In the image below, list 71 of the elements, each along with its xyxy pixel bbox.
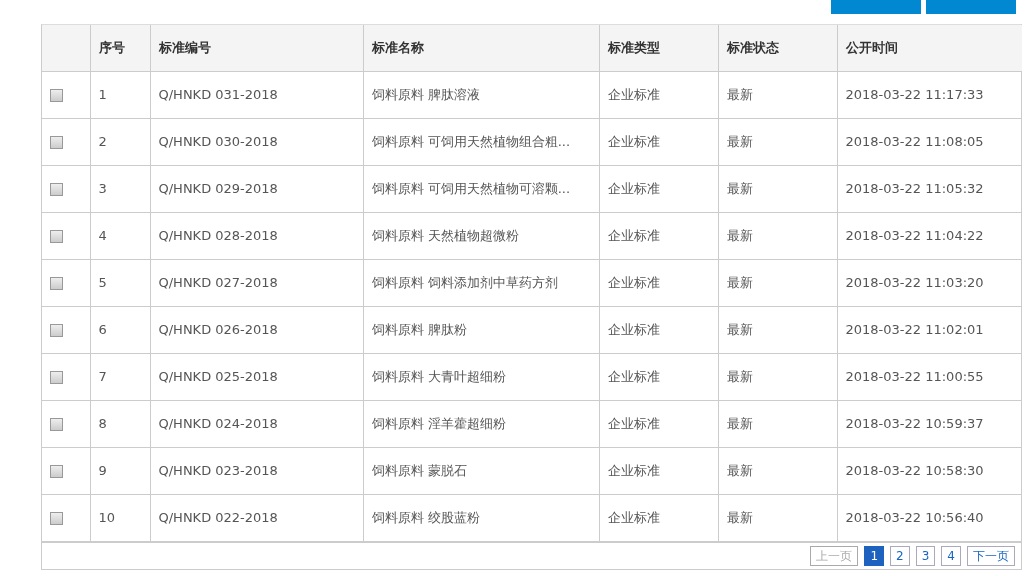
table-cell: 最新 — [718, 494, 837, 541]
table-cell: 最新 — [718, 353, 837, 400]
table-cell: 9 — [90, 447, 150, 494]
table-cell: 4 — [90, 212, 150, 259]
table-cell: 最新 — [718, 400, 837, 447]
row-checkbox[interactable] — [50, 229, 63, 243]
table-cell: Q/HNKD 031-2018 — [150, 71, 363, 118]
row-checkbox[interactable] — [50, 323, 63, 337]
row-checkbox[interactable] — [50, 511, 63, 525]
next-page-button[interactable]: 下一页 — [967, 545, 1015, 566]
column-header: 标准名称 — [363, 25, 599, 71]
table-cell: 饲料原料 蒙脱石 — [363, 447, 599, 494]
table-cell: 企业标准 — [599, 165, 718, 212]
table-cell: 企业标准 — [599, 259, 718, 306]
table-cell: 最新 — [718, 118, 837, 165]
table-cell: Q/HNKD 030-2018 — [150, 118, 363, 165]
table-cell: 饲料原料 可饲用天然植物可溶颗... — [363, 165, 599, 212]
row-checkbox[interactable] — [50, 370, 63, 384]
table-cell: 企业标准 — [599, 71, 718, 118]
table-cell: Q/HNKD 022-2018 — [150, 494, 363, 541]
table-cell: 饲料原料 饲料添加剂中草药方剂 — [363, 259, 599, 306]
column-header: 公开时间 — [837, 25, 1022, 71]
table-cell: 最新 — [718, 306, 837, 353]
row-checkbox[interactable] — [50, 182, 63, 196]
table-cell: Q/HNKD 024-2018 — [150, 400, 363, 447]
table-cell: 企业标准 — [599, 447, 718, 494]
row-checkbox[interactable] — [50, 135, 63, 149]
column-header: 序号 — [90, 25, 150, 71]
table-cell: 最新 — [718, 259, 837, 306]
page-button[interactable]: 3 — [915, 545, 936, 566]
table-cell: 1 — [90, 71, 150, 118]
column-header: 标准类型 — [599, 25, 718, 71]
table-cell: 10 — [90, 494, 150, 541]
row-checkbox[interactable] — [50, 417, 63, 431]
table-cell: 8 — [90, 400, 150, 447]
table-cell: 饲料原料 脾肽溶液 — [363, 71, 599, 118]
table-cell: 2 — [90, 118, 150, 165]
page-button[interactable]: 2 — [890, 545, 910, 566]
table-cell: 企业标准 — [599, 212, 718, 259]
table-cell: 最新 — [718, 71, 837, 118]
table-cell: Q/HNKD 027-2018 — [150, 259, 363, 306]
table-cell: 最新 — [718, 447, 837, 494]
table-cell: Q/HNKD 025-2018 — [150, 353, 363, 400]
table-cell: 饲料原料 脾肽粉 — [363, 306, 599, 353]
page-button[interactable]: 1 — [864, 545, 885, 566]
table-cell: 企业标准 — [599, 353, 718, 400]
table-cell: Q/HNKD 026-2018 — [150, 306, 363, 353]
table-cell: 最新 — [718, 165, 837, 212]
column-header: 标准编号 — [150, 25, 363, 71]
row-checkbox[interactable] — [50, 464, 63, 478]
page-button[interactable]: 4 — [941, 545, 961, 566]
table-cell: Q/HNKD 029-2018 — [150, 165, 363, 212]
table-cell: 5 — [90, 259, 150, 306]
table-cell: 企业标准 — [599, 118, 718, 165]
column-header: 标准状态 — [718, 25, 837, 71]
table-cell: 饲料原料 大青叶超细粉 — [363, 353, 599, 400]
row-checkbox[interactable] — [50, 276, 63, 290]
table-cell: 饲料原料 可饲用天然植物组合粗... — [363, 118, 599, 165]
row-checkbox[interactable] — [50, 88, 63, 102]
table-cell: 3 — [90, 165, 150, 212]
table-cell: 7 — [90, 353, 150, 400]
table-cell: 饲料原料 天然植物超微粉 — [363, 212, 599, 259]
table-cell: 企业标准 — [599, 494, 718, 541]
table-cell: 饲料原料 淫羊藿超细粉 — [363, 400, 599, 447]
table-cell: 企业标准 — [599, 306, 718, 353]
table-cell: 企业标准 — [599, 400, 718, 447]
table-cell: Q/HNKD 028-2018 — [150, 212, 363, 259]
table-cell: 最新 — [718, 212, 837, 259]
table-cell: 6 — [90, 306, 150, 353]
table-cell: 饲料原料 绞股蓝粉 — [363, 494, 599, 541]
table-cell: Q/HNKD 023-2018 — [150, 447, 363, 494]
